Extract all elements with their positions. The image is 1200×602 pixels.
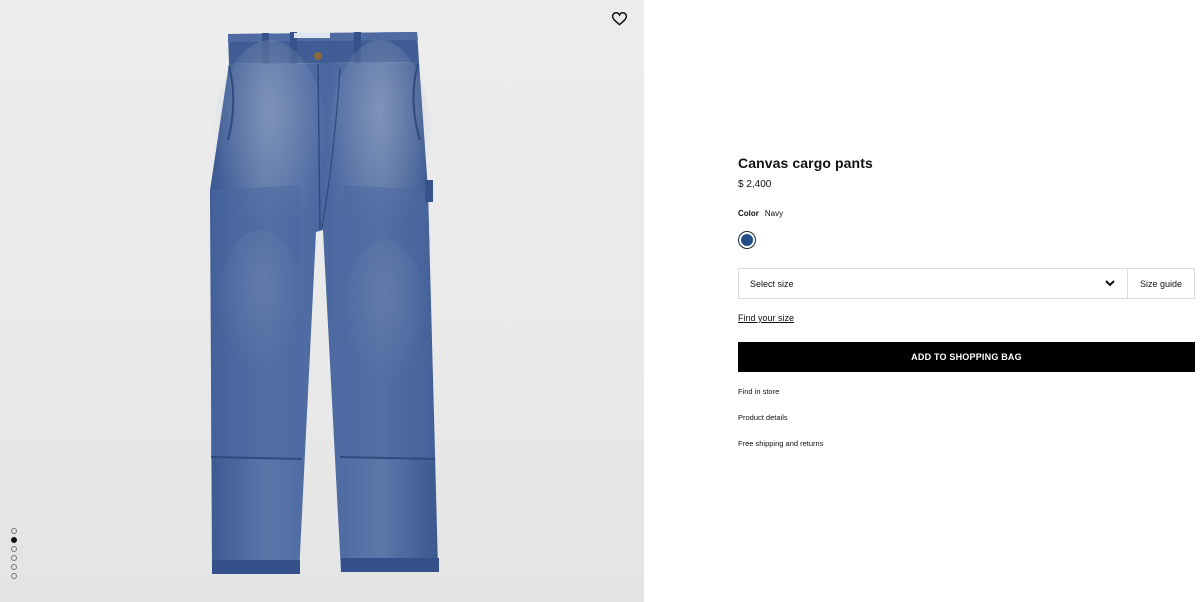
color-value: Navy bbox=[764, 209, 784, 218]
chevron-down-icon bbox=[1105, 280, 1115, 287]
info-links: Find in store Product details Free shipp… bbox=[738, 387, 823, 448]
product-image bbox=[210, 32, 439, 574]
product-title: Canvas cargo pants bbox=[738, 155, 873, 171]
product-gallery bbox=[0, 0, 644, 602]
color-swatch-navy[interactable] bbox=[738, 231, 756, 249]
gallery-dot[interactable] bbox=[11, 564, 17, 570]
gallery-dot[interactable] bbox=[11, 528, 17, 534]
size-selector-row: Select size Size guide bbox=[738, 268, 1195, 299]
size-select-label: Select size bbox=[750, 278, 794, 289]
shipping-link[interactable]: Free shipping and returns bbox=[738, 439, 823, 448]
add-to-bag-button[interactable]: ADD TO SHOPPING BAG bbox=[738, 342, 1195, 372]
find-in-store-link[interactable]: Find in store bbox=[738, 387, 823, 396]
product-price: $ 2,400 bbox=[738, 179, 772, 190]
size-guide-button[interactable]: Size guide bbox=[1127, 269, 1194, 298]
swatch-fill bbox=[741, 234, 753, 246]
heart-icon bbox=[611, 12, 627, 26]
wishlist-button[interactable] bbox=[607, 8, 631, 30]
gallery-dot[interactable] bbox=[11, 555, 17, 561]
product-details-panel: Canvas cargo pants $ 2,400 Color Navy Se… bbox=[644, 0, 1200, 602]
gallery-dot[interactable] bbox=[11, 573, 17, 579]
size-select[interactable]: Select size bbox=[739, 269, 1127, 298]
gallery-dot[interactable] bbox=[11, 546, 17, 552]
product-details-link[interactable]: Product details bbox=[738, 413, 823, 422]
gallery-pagination bbox=[11, 528, 17, 579]
color-label: Color bbox=[738, 209, 759, 218]
product-page: Canvas cargo pants $ 2,400 Color Navy Se… bbox=[0, 0, 1200, 602]
find-your-size-link[interactable]: Find your size bbox=[738, 313, 794, 323]
gallery-dot-active[interactable] bbox=[11, 537, 17, 543]
color-row: Color Navy bbox=[738, 209, 783, 218]
